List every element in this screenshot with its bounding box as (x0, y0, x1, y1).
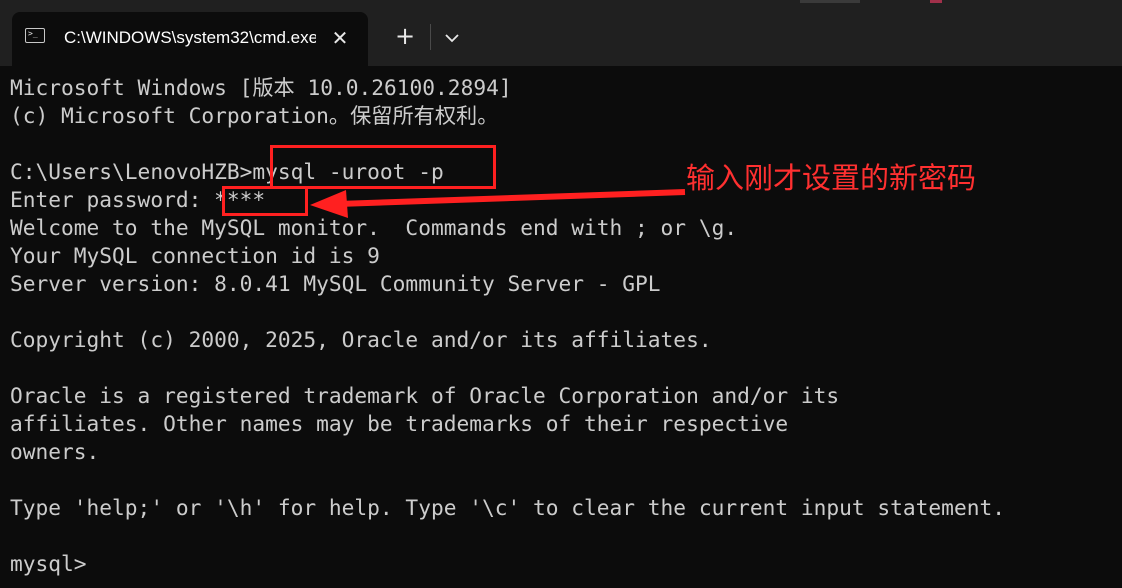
tab-title: C:\WINDOWS\system32\cmd.exe (64, 28, 316, 47)
title-bar-decoration (930, 0, 942, 3)
console-output[interactable]: Microsoft Windows [版本 10.0.26100.2894] (c… (10, 74, 1120, 578)
console-line: Server version: 8.0.41 MySQL Community S… (10, 271, 661, 296)
terminal-tab[interactable]: >_ C:\WINDOWS\system32\cmd.exe ✕ (12, 12, 368, 66)
close-icon[interactable]: ✕ (326, 24, 354, 52)
console-line: owners. (10, 439, 100, 464)
annotation-label: 输入刚才设置的新密码 (686, 161, 977, 195)
chevron-down-icon[interactable] (438, 24, 466, 52)
console-line: Oracle is a registered trademark of Orac… (10, 383, 840, 408)
console-line: Microsoft Windows [版本 10.0.26100.2894] (10, 75, 512, 100)
title-bar: >_ C:\WINDOWS\system32\cmd.exe ✕ + (0, 0, 1122, 66)
password-highlight-box (222, 186, 308, 216)
console-line: Copyright (c) 2000, 2025, Oracle and/or … (10, 327, 712, 352)
console-line: Your MySQL connection id is 9 (10, 243, 380, 268)
console-line: Type 'help;' or '\h' for help. Type '\c'… (10, 495, 1005, 520)
console-line: (c) Microsoft Corporation。保留所有权利。 (10, 103, 499, 128)
console-line: affiliates. Other names may be trademark… (10, 411, 789, 436)
title-bar-decoration (800, 0, 860, 3)
new-tab-button[interactable]: + (390, 22, 420, 52)
annotation-arrow-icon (310, 189, 686, 218)
console-line: mysql> (10, 551, 87, 576)
cmd-icon: >_ (25, 28, 45, 43)
separator (430, 24, 431, 50)
